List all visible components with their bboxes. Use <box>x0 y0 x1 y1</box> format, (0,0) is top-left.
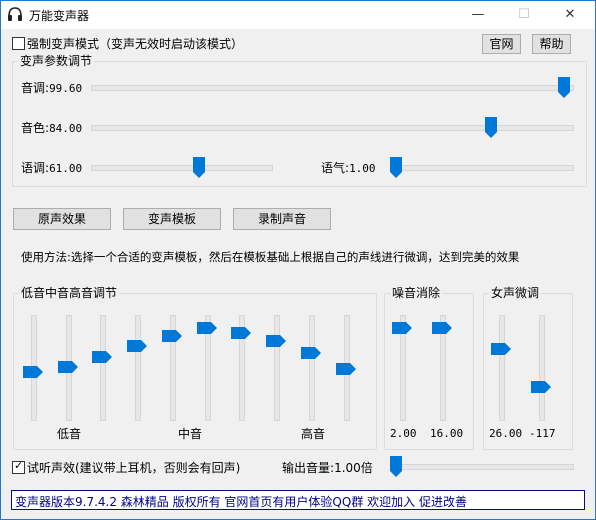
speed-label-row: 语调:61.00 <box>21 161 83 175</box>
eq-band-8-track[interactable] <box>274 315 280 421</box>
params-group-title: 变声参数调节 <box>18 54 95 68</box>
original-sound-button[interactable]: 原声效果 <box>13 208 111 230</box>
force-mode-label[interactable]: 强制变声模式（变声无效时启动该模式） <box>27 37 243 51</box>
female-slider-1-thumb[interactable] <box>491 342 511 355</box>
output-volume-row: 输出音量:1.00倍 <box>282 461 373 475</box>
pitch-value: 99.60 <box>49 82 83 95</box>
noise-group-title: 噪音消除 <box>390 286 443 300</box>
female-slider-value: 26.00 <box>489 427 523 440</box>
output-volume-label: 输出音量 <box>282 461 331 475</box>
eq-band-4-track[interactable] <box>135 315 141 421</box>
output-volume-value: 1.00倍 <box>334 461 373 475</box>
maximize-button[interactable]: ☐ <box>501 1 547 29</box>
female-slider-2-track[interactable] <box>539 315 545 421</box>
speed-label: 语调 <box>21 161 46 175</box>
eq-group-title: 低音中音高音调节 <box>19 286 120 300</box>
noise-slider-2-thumb[interactable] <box>432 322 452 335</box>
female-slider-value: -117 <box>529 427 556 440</box>
eq-band-3-thumb[interactable] <box>92 350 112 363</box>
eq-band-5-thumb[interactable] <box>162 329 182 342</box>
eq-band-7-thumb[interactable] <box>231 326 251 339</box>
noise-slider-1-thumb[interactable] <box>392 322 412 335</box>
timbre-label-row: 音色:84.00 <box>21 121 83 135</box>
main-window: 万能变声器 — ☐ ✕ 强制变声模式（变声无效时启动该模式） 官网 帮助 变声参… <box>0 0 596 520</box>
breath-slider-thumb[interactable] <box>390 157 402 178</box>
timbre-value: 84.00 <box>49 122 83 135</box>
eq-mid-label: 中音 <box>178 427 203 441</box>
eq-band-10-thumb[interactable] <box>336 362 356 375</box>
record-sound-button[interactable]: 录制声音 <box>233 208 331 230</box>
female-slider-1-track[interactable] <box>499 315 505 421</box>
status-text: 变声器版本9.7.4.2 森林精品 版权所有 官网首页有用户体验QQ群 欢迎加入… <box>15 495 467 509</box>
eq-band-6-thumb[interactable] <box>197 322 217 335</box>
breath-label: 语气 <box>321 161 346 175</box>
timbre-slider-thumb[interactable] <box>484 117 497 138</box>
minimize-icon: — <box>471 7 485 22</box>
breath-slider-track[interactable] <box>390 165 574 171</box>
pitch-label: 音调 <box>21 81 46 95</box>
voice-template-button[interactable]: 变声模板 <box>123 208 221 230</box>
minimize-button[interactable]: — <box>455 1 501 29</box>
pitch-slider-thumb[interactable] <box>558 77 571 98</box>
close-button[interactable]: ✕ <box>547 1 593 29</box>
output-volume-track[interactable] <box>390 464 574 470</box>
monitor-checkbox[interactable]: ✓ <box>12 459 25 474</box>
eq-high-label: 高音 <box>301 427 326 441</box>
breath-value: 1.00 <box>349 162 376 175</box>
monitor-label[interactable]: 试听声效(建议带上耳机，否则会有回声) <box>27 461 240 475</box>
speed-value: 61.00 <box>49 162 83 175</box>
female-slider-2-thumb[interactable] <box>531 381 551 394</box>
timbre-label: 音色 <box>21 121 46 135</box>
check-mark-icon: ✓ <box>14 459 24 472</box>
eq-band-9-thumb[interactable] <box>301 347 321 360</box>
eq-band-8-thumb[interactable] <box>266 335 286 348</box>
headphone-icon <box>8 7 22 21</box>
eq-band-3-track[interactable] <box>100 315 106 421</box>
usage-text: 使用方法:选择一个合适的变声模板，然后在模板基础上根据自己的声线进行微调，达到完… <box>21 250 520 264</box>
speed-slider-thumb[interactable] <box>193 157 206 178</box>
speed-slider-track[interactable] <box>91 165 273 171</box>
status-bar[interactable]: 变声器版本9.7.4.2 森林精品 版权所有 官网首页有用户体验QQ群 欢迎加入… <box>11 490 585 510</box>
timbre-slider-track[interactable] <box>91 125 574 131</box>
help-button[interactable]: 帮助 <box>532 34 571 54</box>
window-title: 万能变声器 <box>29 9 90 23</box>
eq-band-9-track[interactable] <box>309 315 315 421</box>
maximize-icon: ☐ <box>518 7 530 22</box>
female-group-title: 女声微调 <box>489 286 542 300</box>
noise-slider-value: 16.00 <box>430 427 464 440</box>
close-icon: ✕ <box>564 7 576 22</box>
official-site-button[interactable]: 官网 <box>482 34 521 54</box>
pitch-label-row: 音调:99.60 <box>21 81 83 95</box>
output-volume-thumb[interactable] <box>390 456 402 477</box>
eq-band-2-thumb[interactable] <box>58 361 78 373</box>
eq-band-4-thumb[interactable] <box>127 339 147 352</box>
eq-band-1-thumb[interactable] <box>23 365 43 378</box>
force-mode-checkbox[interactable] <box>12 37 25 50</box>
pitch-slider-track[interactable] <box>91 85 574 91</box>
breath-label-row: 语气:1.00 <box>321 161 376 175</box>
noise-slider-value: 2.00 <box>390 427 417 440</box>
eq-low-label: 低音 <box>57 427 82 441</box>
title-bar[interactable]: 万能变声器 — ☐ ✕ <box>1 1 595 29</box>
